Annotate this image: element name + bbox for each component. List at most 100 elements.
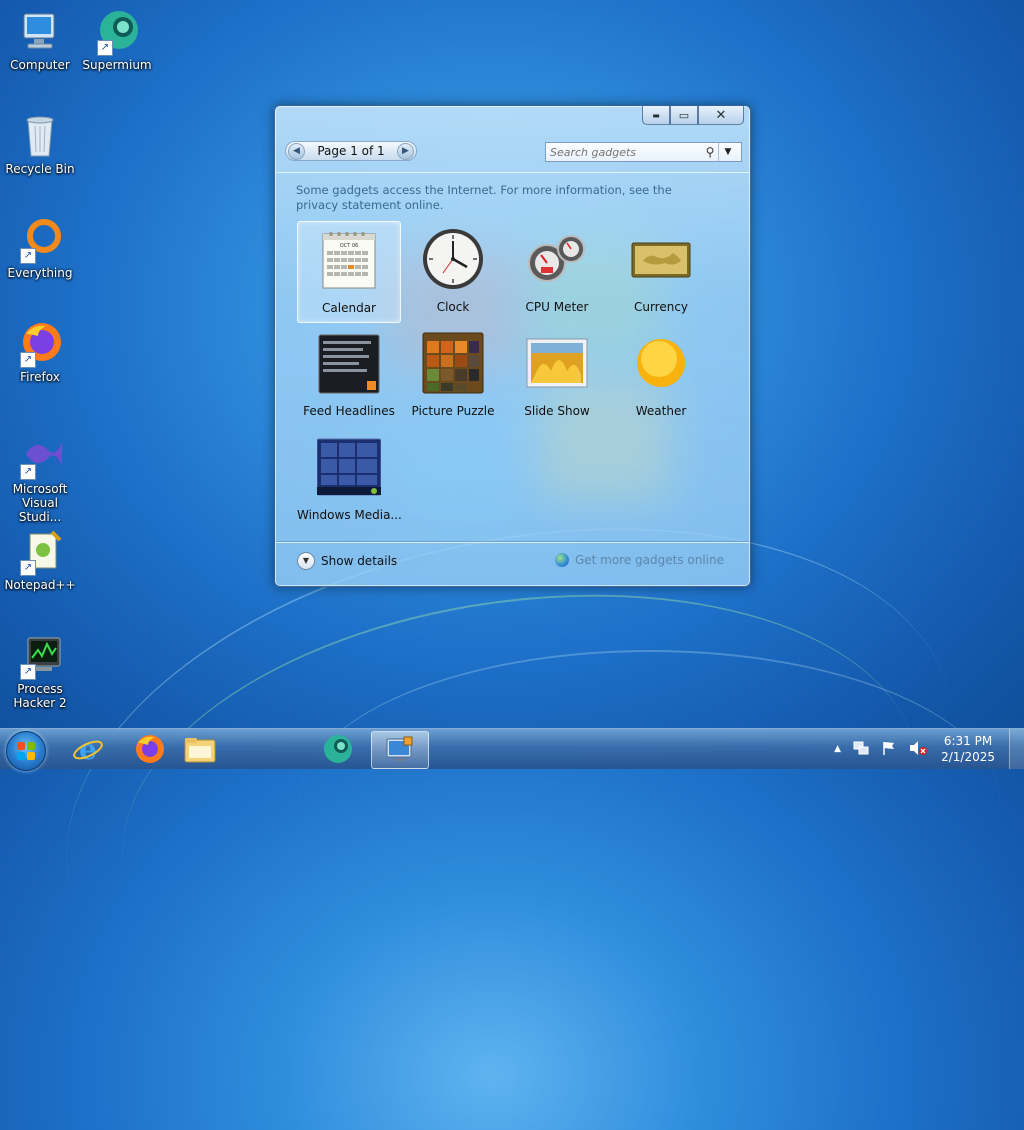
next-page-button[interactable]: ▶ — [397, 142, 414, 160]
desktop-icon-recycle-bin[interactable]: Recycle Bin — [2, 112, 78, 176]
action-center-flag-icon[interactable] — [881, 740, 897, 759]
process-hacker-icon: ↗ — [16, 632, 64, 680]
network-icon[interactable] — [853, 740, 869, 759]
clock-time: 6:31 PM — [943, 734, 993, 748]
previous-page-button[interactable]: ◀ — [288, 142, 305, 160]
show-desktop-button[interactable] — [1009, 729, 1024, 769]
feed-headlines-gadget-icon — [317, 331, 381, 395]
globe-icon — [554, 553, 569, 567]
recycle-bin-icon — [16, 112, 64, 160]
show-details-toggle[interactable]: ▼ Show details — [297, 552, 397, 570]
page-indicator: Page 1 of 1 — [317, 144, 385, 158]
show-details-label: Show details — [321, 554, 398, 568]
calendar-gadget-icon: OCT 06 — [317, 228, 381, 292]
gadget-cpu-meter[interactable]: CPU Meter — [505, 221, 609, 323]
close-icon: ✕ — [715, 107, 727, 123]
folder-icon — [184, 738, 216, 763]
internet-explorer-icon: e — [73, 733, 103, 765]
gadget-gallery-window: ▬ ▭ ✕ ◀ Page 1 of 1 ▶ ⚲ ▼ Some gadgets a… — [274, 105, 751, 587]
gadget-label: Windows Media... — [297, 508, 402, 522]
picture-puzzle-gadget-icon — [421, 331, 485, 395]
currency-gadget-icon — [629, 227, 693, 291]
gadget-windows-media-center[interactable]: Windows Media... — [297, 429, 402, 531]
shortcut-arrow-icon: ↗ — [20, 664, 36, 680]
taskbar-internet-explorer[interactable]: e — [62, 731, 114, 767]
gadget-currency[interactable]: Currency — [609, 221, 713, 323]
taskbar-clock[interactable]: 6:31 PM 2/1/2025 — [941, 733, 995, 765]
minimize-button[interactable]: ▬ — [642, 106, 670, 125]
minimize-icon: ▬ — [652, 110, 660, 120]
desktop-icon-computer[interactable]: Computer — [2, 8, 78, 72]
gadget-label: Clock — [436, 300, 470, 314]
gadget-label: Calendar — [322, 301, 376, 315]
shortcut-arrow-icon: ↗ — [20, 560, 36, 576]
everything-icon: ↗ — [16, 216, 64, 264]
get-more-gadgets-label: Get more gadgets online — [574, 553, 724, 567]
search-dropdown-button[interactable]: ▼ — [718, 143, 737, 161]
desktop-icon-supermium[interactable]: ↗ Supermium — [79, 8, 155, 72]
shortcut-arrow-icon: ↗ — [20, 464, 36, 480]
desktop-icon-visual-studio[interactable]: ↗ Microsoft Visual Studi... — [2, 432, 78, 524]
search-input[interactable] — [546, 144, 702, 160]
cpu-meter-gadget-icon — [525, 227, 589, 291]
gadgets-icon — [386, 736, 413, 761]
gadget-slide-show[interactable]: Slide Show — [505, 325, 609, 427]
firefox-icon: ↗ — [16, 320, 64, 368]
taskbar-file-explorer[interactable] — [174, 731, 226, 767]
shortcut-arrow-icon: ↗ — [20, 352, 36, 368]
gadget-label: Weather — [635, 404, 687, 418]
gadget-picture-puzzle[interactable]: Picture Puzzle — [401, 325, 505, 427]
taskbar-gadgets[interactable] — [371, 731, 429, 769]
desktop-icon-label: Supermium — [82, 58, 152, 72]
supermium-icon — [324, 735, 352, 763]
divider — [276, 172, 749, 173]
start-button[interactable] — [6, 731, 46, 771]
gadget-label: Feed Headlines — [303, 404, 395, 418]
divider — [276, 541, 749, 542]
gadget-weather[interactable]: Weather — [609, 325, 713, 427]
taskbar-supermium[interactable] — [312, 731, 364, 767]
calendar-month: OCT 06 — [340, 243, 358, 249]
weather-sun-icon — [629, 331, 693, 395]
show-hidden-icons-button[interactable]: ▲ — [834, 744, 841, 754]
taskbar-firefox[interactable] — [124, 731, 176, 767]
chevron-down-icon: ▼ — [297, 552, 315, 570]
page-navigator: ◀ Page 1 of 1 ▶ — [285, 141, 417, 161]
get-more-gadgets-link[interactable]: Get more gadgets online — [554, 553, 724, 567]
system-tray: ▲ 6:31 PM 2/1/2025 — [828, 729, 1024, 769]
svg-text:e: e — [79, 733, 97, 765]
gadget-calendar[interactable]: OCT 06 Calendar — [297, 221, 401, 323]
desktop-icon-firefox[interactable]: ↗ Firefox — [2, 320, 78, 384]
gadget-label: CPU Meter — [525, 300, 589, 314]
volume-muted-icon[interactable] — [909, 740, 928, 759]
shortcut-arrow-icon: ↗ — [97, 40, 113, 56]
clock-gadget-icon — [421, 227, 485, 291]
maximize-icon: ▭ — [678, 108, 690, 122]
slide-show-gadget-icon — [525, 331, 589, 395]
clock-date: 2/1/2025 — [941, 750, 995, 764]
gadget-clock[interactable]: Clock — [401, 221, 505, 323]
desktop-icon-label: Microsoft Visual Studi... — [12, 482, 68, 524]
privacy-notice: Some gadgets access the Internet. For mo… — [296, 183, 672, 212]
taskbar: e ▲ 6:31 PM 2/1/2025 — [0, 728, 1024, 771]
visual-studio-icon: ↗ — [16, 432, 64, 480]
desktop-icon-label: Everything — [7, 266, 73, 280]
close-button[interactable]: ✕ — [698, 106, 744, 125]
desktop-icon-label: Computer — [10, 58, 70, 72]
window-controls: ▬ ▭ ✕ — [642, 106, 744, 125]
search-icon[interactable]: ⚲ — [702, 145, 718, 159]
gadget-label: Currency — [633, 300, 689, 314]
computer-icon — [16, 8, 64, 56]
desktop-icon-everything[interactable]: ↗ Everything — [2, 216, 78, 280]
desktop-icon-label: Process Hacker 2 — [13, 682, 67, 710]
gadget-label: Picture Puzzle — [411, 404, 495, 418]
desktop-icon-notepad-plus-plus[interactable]: ↗ Notepad++ — [2, 528, 78, 592]
gadget-feed-headlines[interactable]: Feed Headlines — [297, 325, 401, 427]
firefox-icon — [136, 735, 164, 763]
windows-flag-icon — [17, 742, 35, 760]
desktop-icon-process-hacker[interactable]: ↗ Process Hacker 2 — [2, 632, 78, 710]
search-box: ⚲ ▼ — [545, 142, 742, 162]
desktop-icon-label: Recycle Bin — [5, 162, 75, 176]
maximize-button[interactable]: ▭ — [670, 106, 698, 125]
supermium-icon: ↗ — [93, 8, 141, 56]
